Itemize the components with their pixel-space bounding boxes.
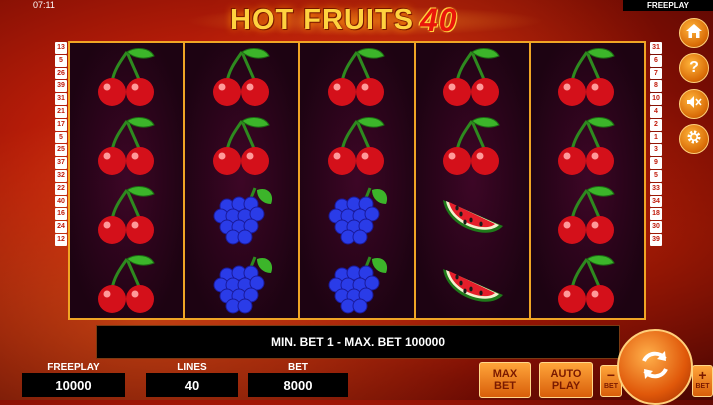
payline-number-left: 25 (55, 144, 67, 157)
game-title: HOT FRUITS 40 (230, 1, 458, 38)
payline-number-left: 22 (55, 182, 67, 195)
payline-number-right: 30 (650, 221, 662, 233)
payline-number-right: 4 (650, 105, 662, 118)
freeplay-label: FREEPLAY (47, 362, 100, 373)
cherry-symbol (552, 182, 622, 248)
spin-arrows-icon (635, 345, 675, 390)
reel-4 (415, 43, 531, 318)
bet-value: 8000 (248, 373, 348, 397)
auto-play-label-line2: PLAY (551, 380, 581, 392)
payline-number-left: 12 (55, 233, 67, 246)
settings-button[interactable] (679, 124, 709, 154)
payline-number-left: 21 (55, 105, 67, 118)
home-button[interactable] (679, 18, 709, 48)
auto-play-button[interactable]: AUTO PLAY (539, 362, 593, 398)
cherry-symbol (92, 113, 162, 179)
payline-number-right: 31 (650, 42, 662, 54)
payline-number-right: 18 (650, 208, 662, 221)
cherry-symbol (437, 113, 507, 179)
payline-number-right: 2 (650, 118, 662, 131)
cherry-symbol (437, 44, 507, 110)
cherry-symbol (92, 44, 162, 110)
home-icon (685, 22, 703, 45)
reel-2 (185, 43, 301, 318)
plus-label: + (698, 367, 707, 383)
cherry-symbol (92, 182, 162, 248)
svg-text:?: ? (689, 59, 699, 75)
payline-number-left: 24 (55, 221, 67, 233)
payline-number-right: 5 (650, 169, 662, 182)
mode-badge: FREEPLAY (623, 0, 713, 11)
payline-number-left: 32 (55, 169, 67, 182)
payline-number-left: 40 (55, 195, 67, 208)
reel-3 (300, 43, 416, 318)
payline-number-right: 7 (650, 67, 662, 80)
bet-range-info: MIN. BET 1 - MAX. BET 100000 (96, 325, 620, 359)
sound-mute-icon (685, 93, 703, 116)
payline-number-left: 5 (55, 131, 67, 144)
grapes-symbol (322, 251, 392, 317)
payline-number-left: 37 (55, 157, 67, 169)
bet-label: BET (288, 362, 308, 373)
payline-number-left: 26 (55, 67, 67, 80)
help-icon: ? (685, 57, 703, 80)
spin-button[interactable] (617, 329, 693, 405)
title-number: 40 (420, 1, 458, 38)
max-bet-button[interactable]: MAX BET (479, 362, 531, 398)
lines-label: LINES (177, 362, 207, 373)
freeplay-value: 10000 (22, 373, 125, 397)
minus-label: − (606, 367, 616, 383)
grapes-symbol (207, 251, 277, 317)
grapes-symbol (207, 182, 277, 248)
payline-number-right: 39 (650, 233, 662, 246)
watermelon-symbol (437, 251, 507, 317)
payline-number-right: 8 (650, 80, 662, 93)
cherry-symbol (207, 113, 277, 179)
payline-number-right: 1 (650, 131, 662, 144)
sound-button[interactable] (679, 89, 709, 119)
paylines-right: 31 6 7 8 10 4 2 1 3 9 5 33 34 18 30 39 (650, 42, 662, 246)
payline-number-right: 3 (650, 144, 662, 157)
payline-number-left: 5 (55, 54, 67, 67)
bet-increase-caption: BET (695, 383, 710, 390)
payline-number-left: 31 (55, 93, 67, 105)
auto-play-label-line1: AUTO (550, 368, 582, 380)
payline-number-left: 39 (55, 80, 67, 93)
lines-value: 40 (146, 373, 238, 397)
payline-number-right: 33 (650, 182, 662, 195)
help-button[interactable]: ? (679, 53, 709, 83)
cherry-symbol (552, 44, 622, 110)
title-text: HOT FRUITS (230, 3, 414, 36)
max-bet-label-line1: MAX (492, 368, 518, 380)
cherry-symbol (322, 44, 392, 110)
grapes-symbol (322, 182, 392, 248)
watermelon-symbol (437, 182, 507, 248)
reel-area (68, 41, 646, 320)
cherry-symbol (552, 113, 622, 179)
settings-gear-icon (685, 128, 703, 151)
reel-5 (530, 43, 645, 318)
payline-number-right: 6 (650, 54, 662, 67)
status-clock: 07:11 (33, 0, 55, 10)
paylines-left: 13 5 26 39 31 21 17 5 25 37 32 22 40 16 24 12 (55, 42, 67, 246)
max-bet-label-line2: BET (494, 380, 516, 392)
payline-number-right: 34 (650, 195, 662, 208)
cherry-symbol (322, 113, 392, 179)
payline-number-right: 9 (650, 157, 662, 169)
payline-number-right: 10 (650, 93, 662, 105)
payline-number-left: 17 (55, 118, 67, 131)
cherry-symbol (207, 44, 277, 110)
bet-increase-button[interactable]: + BET (692, 365, 713, 397)
payline-number-left: 13 (55, 42, 67, 54)
payline-number-left: 16 (55, 208, 67, 221)
reel-1 (70, 43, 186, 318)
bet-decrease-caption: BET (604, 383, 618, 390)
cherry-symbol (552, 251, 622, 317)
cherry-symbol (92, 251, 162, 317)
